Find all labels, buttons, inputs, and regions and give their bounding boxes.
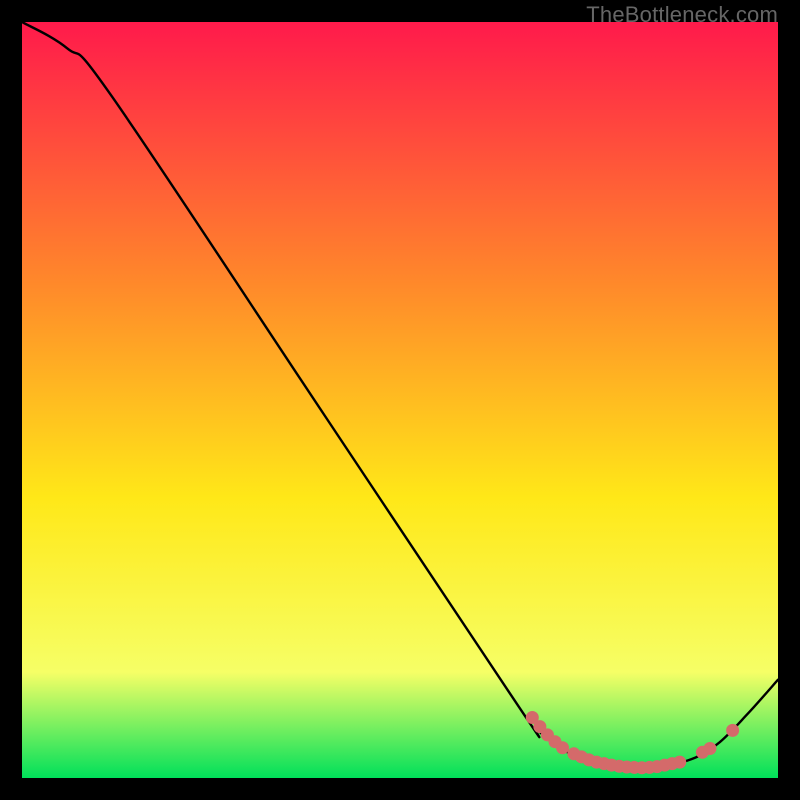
- data-marker: [703, 742, 716, 755]
- chart-stage: TheBottleneck.com: [0, 0, 800, 800]
- chart-svg: [22, 22, 778, 778]
- data-marker: [556, 741, 569, 754]
- data-marker: [726, 724, 739, 737]
- data-marker: [673, 756, 686, 769]
- gradient-background: [22, 22, 778, 778]
- plot-area: [22, 22, 778, 778]
